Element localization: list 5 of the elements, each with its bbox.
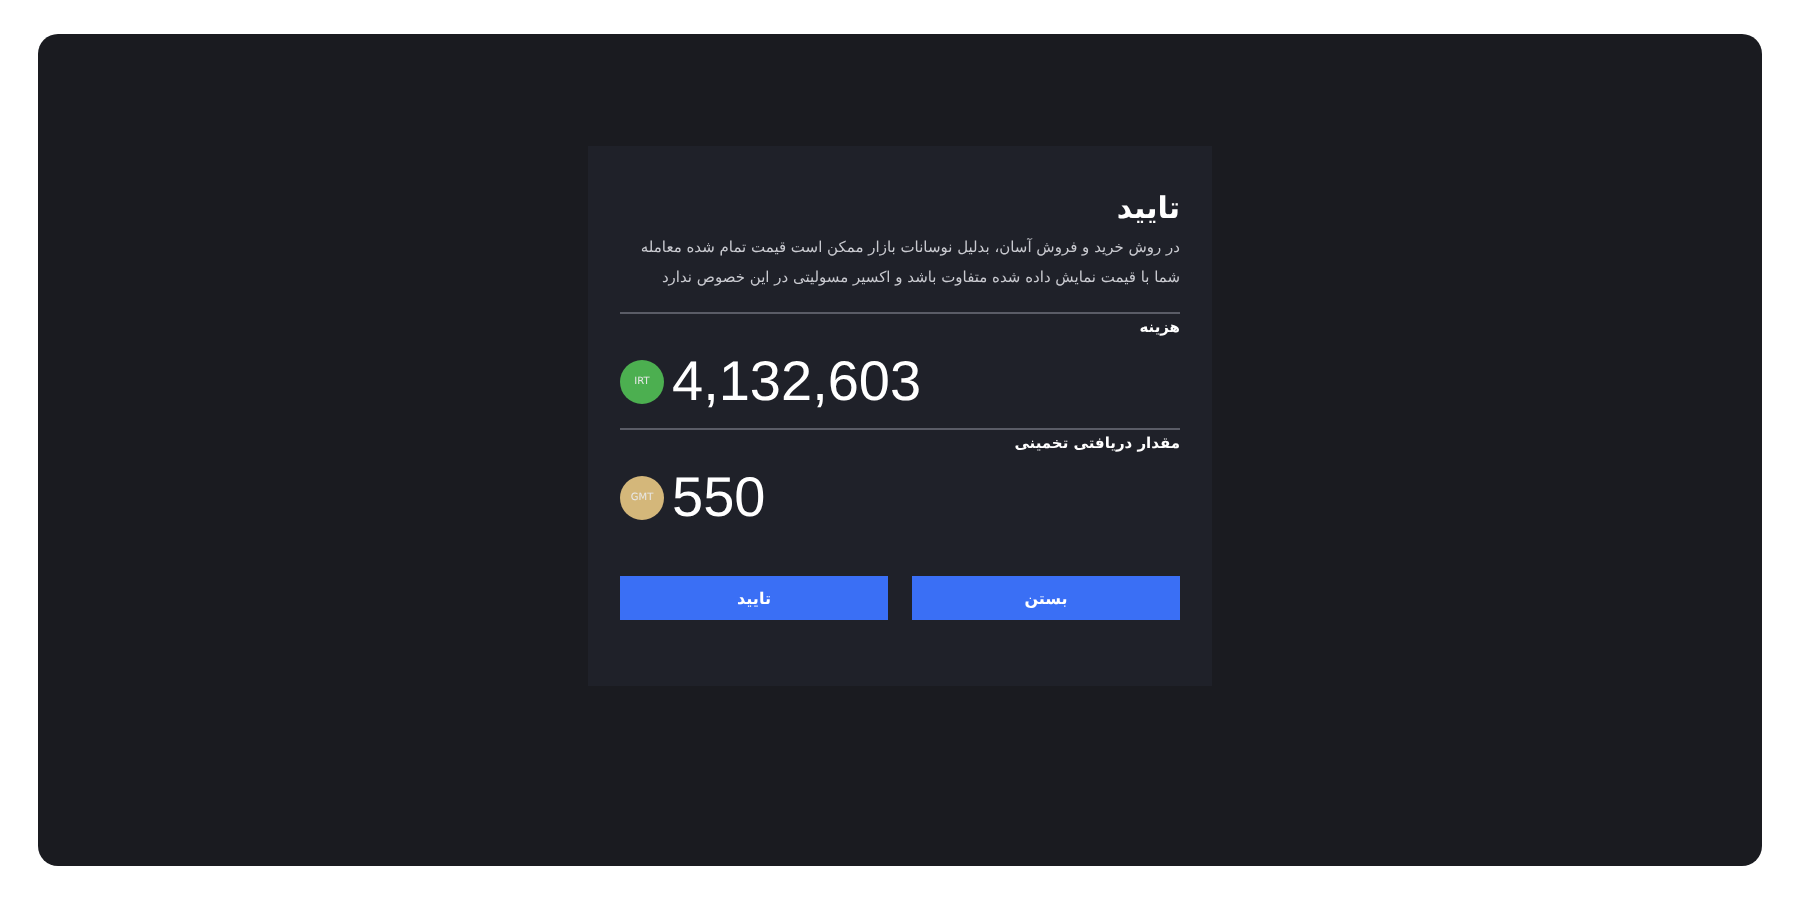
dialog-title: تایید <box>1114 190 1180 226</box>
amount-value: 4,132,603 <box>672 350 922 414</box>
dialog-button[interactable]: تایید <box>620 576 888 620</box>
dialog-button[interactable]: بستن <box>912 576 1180 620</box>
amount-value: 550 <box>672 466 766 530</box>
